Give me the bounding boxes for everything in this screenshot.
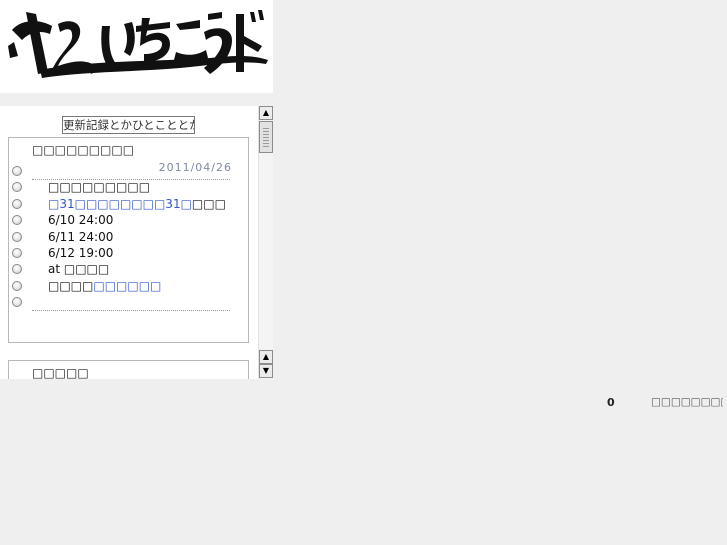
scroll-up-button-lower[interactable]: ▲	[259, 350, 273, 364]
scroll-down-button[interactable]: ▼	[259, 364, 273, 378]
news-item-text: 6/10 24:00	[48, 213, 113, 228]
news-list-item: at □□□□	[9, 262, 248, 278]
triangle-down-icon: ▼	[262, 366, 270, 375]
news-item-text: 6/12 19:00	[48, 246, 113, 261]
news-item-label: 6/10 24:00	[48, 213, 114, 228]
news-item-text: □□□□□□□□□	[48, 180, 150, 195]
news-item-label: 6/11 24:00	[48, 229, 114, 244]
news-item-label: □□□	[191, 196, 226, 211]
news-item-label: □□□□	[63, 262, 110, 277]
scroll-thumb[interactable]	[259, 121, 273, 153]
scroll-up-button[interactable]: ▲	[259, 106, 273, 120]
radio-bullet-icon[interactable]	[12, 231, 22, 242]
news-item-label: 6/12 19:00	[48, 246, 114, 260]
dotted-divider	[32, 310, 230, 312]
news-list-item: 6/12 19:00	[9, 246, 248, 262]
news-list-item: 6/11 24:00	[9, 230, 248, 246]
logo-brush-art	[8, 10, 268, 78]
radio-bullet-icon[interactable]	[12, 182, 22, 193]
triangle-up-icon: ▲	[262, 352, 270, 361]
news-item-label: □□□□□□□□□	[48, 180, 151, 195]
side-frame: 更新記録とかひとこととか □□□□□□□□□ 2011/04/26 □□□□□□…	[0, 106, 273, 379]
news-box-heading: □□□□□□□□□	[32, 143, 135, 157]
radio-bullet-icon[interactable]	[12, 166, 22, 176]
news-item-label: at	[48, 262, 64, 277]
news-box: □□□□□□□□□ 2011/04/26 □□□□□□□□□ □31□□□□□□□…	[8, 137, 249, 343]
news-item-label: □□□□	[48, 278, 94, 293]
second-box: □□□□□	[8, 360, 249, 379]
news-list-item: □31□□□□□□□□31□□□□	[9, 197, 248, 213]
radio-bullet-icon[interactable]	[12, 248, 22, 258]
news-item-link[interactable]: □□□□□□	[93, 279, 161, 293]
radio-bullet-icon[interactable]	[12, 215, 22, 226]
radio-bullet-icon[interactable]	[12, 280, 22, 291]
news-item-text: □□□□□□□□□□	[48, 279, 161, 294]
frame-content: 更新記録とかひとこととか □□□□□□□□□ 2011/04/26 □□□□□□…	[0, 106, 258, 379]
news-list-item	[9, 295, 248, 312]
footer-text: □□□□□□□□□□□□□	[651, 396, 723, 408]
news-item-text: at □□□□	[48, 262, 109, 277]
triangle-up-icon: ▲	[262, 108, 270, 117]
upper-scrollbar-track[interactable]: ▲ ▲ ▼	[258, 106, 273, 379]
radio-bullet-icon[interactable]	[12, 198, 22, 209]
radio-bullet-icon[interactable]	[12, 297, 22, 308]
news-item-text: 6/11 24:00	[48, 230, 113, 245]
news-list-item	[9, 164, 248, 180]
radio-bullet-icon[interactable]	[12, 264, 22, 275]
news-list-item: 6/10 24:00	[9, 213, 248, 229]
site-logo	[0, 0, 273, 93]
news-list-item: □□□□□□□□□□	[9, 279, 248, 295]
updates-title-button[interactable]: 更新記録とかひとこととか	[62, 116, 195, 134]
news-list-item: □□□□□□□□□	[9, 180, 248, 196]
second-box-heading: □□□□□	[32, 366, 89, 379]
counter-value: 0	[607, 396, 615, 409]
news-item-link[interactable]: □31□□□□□□□□31□	[48, 197, 192, 211]
news-item-text: □31□□□□□□□□31□□□□	[48, 197, 226, 212]
